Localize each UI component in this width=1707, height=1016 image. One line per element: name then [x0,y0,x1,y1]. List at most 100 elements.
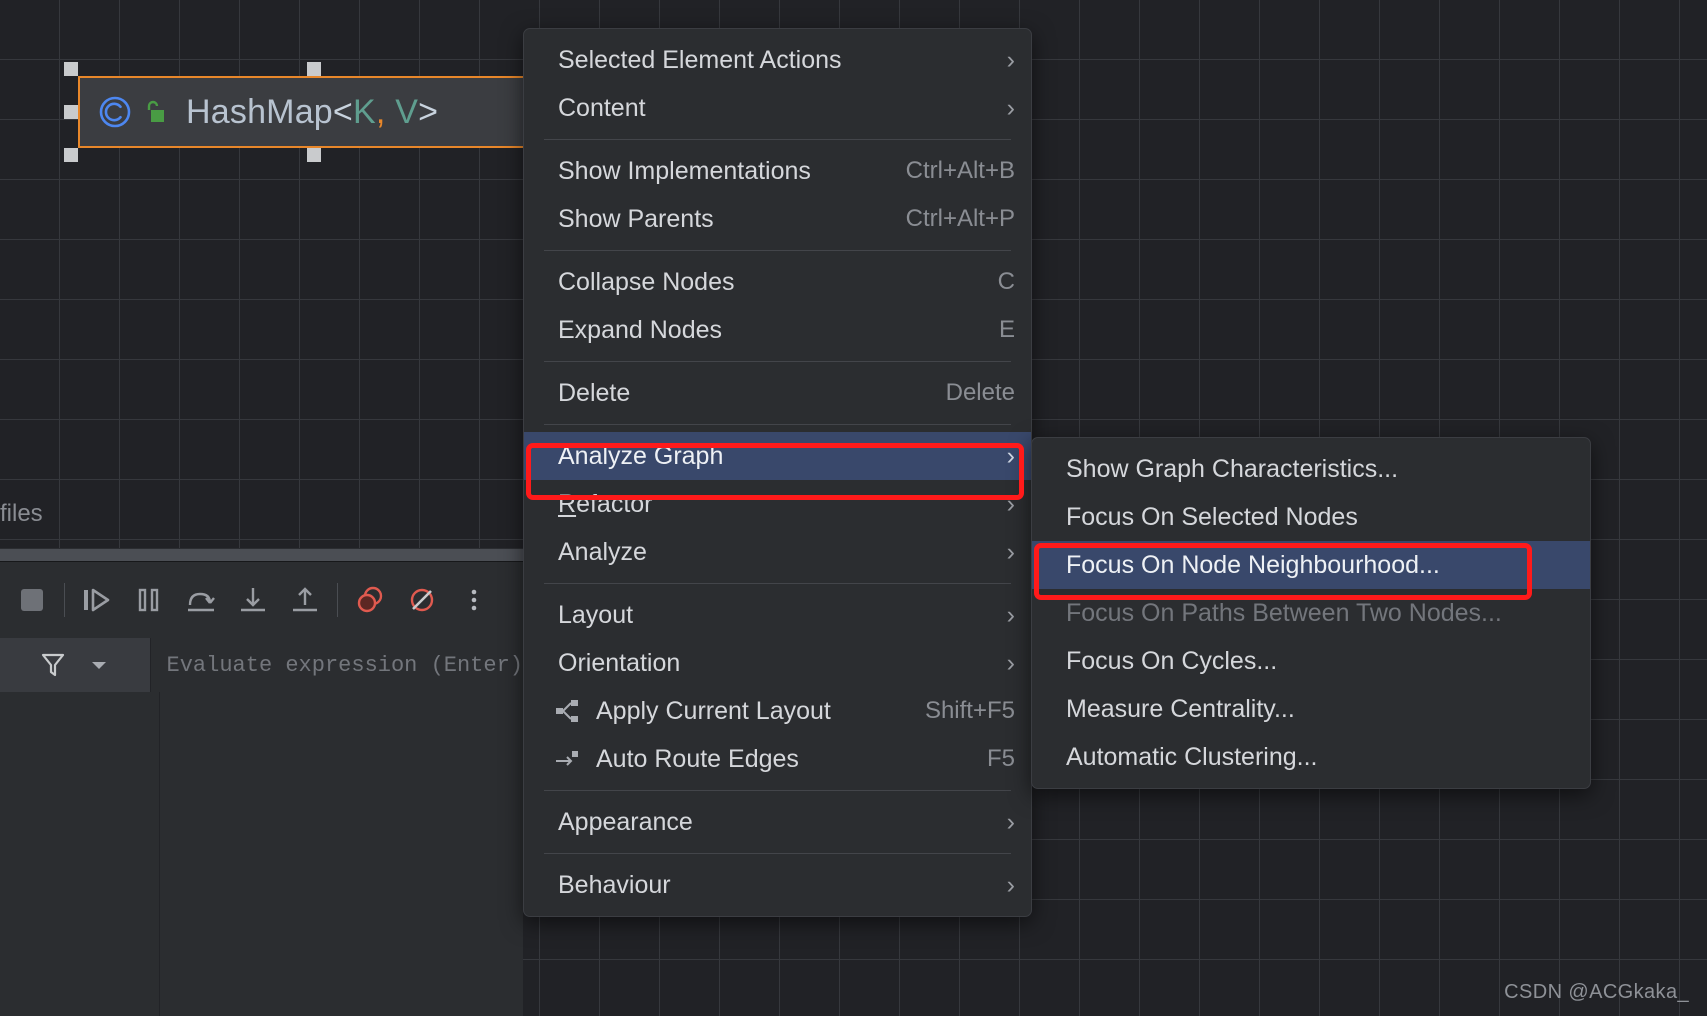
context-menu-separator [544,583,1011,584]
context-menu-shortcut: Ctrl+Alt+B [905,157,1015,184]
stop-button[interactable] [6,574,58,626]
context-menu-label: Analyze Graph [558,441,724,470]
context-menu-item-collapse-nodes[interactable]: Collapse Nodes C [524,258,1031,306]
node-generic-open: < [332,92,353,131]
context-menu-label: Orientation [558,648,681,677]
uml-node-container[interactable]: HashMap<K, V> [64,62,538,162]
chevron-right-icon: › [1006,441,1015,470]
context-menu-label: Collapse Nodes [558,267,735,296]
context-menu-item-analyze-graph[interactable]: Analyze Graph › [524,432,1031,480]
chevron-right-icon: › [1006,537,1015,566]
context-menu-label: Auto Route Edges [596,744,799,773]
submenu-item-focus-on-selected-nodes[interactable]: Focus On Selected Nodes [1032,493,1590,541]
chevron-right-icon: › [1006,648,1015,677]
uml-node-hashmap[interactable]: HashMap<K, V> [78,76,538,148]
submenu-item-measure-centrality[interactable]: Measure Centrality... [1032,685,1590,733]
stop-square-icon [21,589,43,611]
context-menu-item-show-implementations[interactable]: Show Implementations Ctrl+Alt+B [524,147,1031,195]
frames-filter-cell[interactable] [0,638,151,692]
step-out-button[interactable] [279,574,331,626]
node-generic-close: > [418,92,439,131]
context-menu-shortcut: E [998,316,1015,343]
step-into-button[interactable] [227,574,279,626]
frames-list[interactable] [0,692,160,1016]
context-menu-label: Apply Current Layout [596,696,831,725]
mute-breakpoints-button[interactable] [396,574,448,626]
resume-button[interactable] [71,574,123,626]
chevron-right-icon: › [1006,600,1015,629]
chevron-right-icon: › [1006,489,1015,518]
context-menu-label: Selected Element Actions [558,45,842,74]
class-circle-c-icon [99,96,131,128]
analyze-graph-submenu[interactable]: Show Graph Characteristics... Focus On Se… [1031,437,1591,789]
context-menu-label: Behaviour [558,870,671,899]
context-menu-item-delete[interactable]: Delete Delete [524,369,1031,417]
unlocked-padlock-icon [147,100,164,122]
submenu-item-automatic-clustering[interactable]: Automatic Clustering... [1032,733,1590,781]
submenu-label: Automatic Clustering... [1066,742,1318,771]
chevron-right-icon: › [1006,870,1015,899]
context-menu-item-orientation[interactable]: Orientation › [524,639,1031,687]
node-class-name: HashMap [186,92,333,131]
context-menu-item-show-parents[interactable]: Show Parents Ctrl+Alt+P [524,195,1031,243]
filter-funnel-icon [41,653,64,677]
selection-handle-bottom-left[interactable] [64,148,78,162]
context-menu-item-content[interactable]: Content › [524,84,1031,132]
panel-splitter[interactable] [0,548,523,562]
context-menu-shortcut: Delete [945,379,1015,406]
node-type-param-k: K [352,92,376,131]
context-menu-item-behaviour[interactable]: Behaviour › [524,861,1031,909]
chevron-down-icon[interactable] [88,654,110,676]
diagram-context-menu[interactable]: Selected Element Actions › Content › Show Im… [523,28,1032,917]
submenu-item-show-graph-characteristics[interactable]: Show Graph Characteristics... [1032,445,1590,493]
debugger-body [0,692,523,1016]
step-over-icon [188,592,215,612]
context-menu-shortcut: C [997,268,1015,295]
resume-program-icon [84,588,110,612]
submenu-label: Focus On Cycles... [1066,646,1278,675]
context-menu-shortcut: Ctrl+Alt+P [905,205,1015,232]
pause-button[interactable] [123,574,175,626]
context-menu-item-expand-nodes[interactable]: Expand Nodes E [524,306,1031,354]
watermark: CSDN @ACGkaka_ [1504,981,1689,1003]
debugger-toolbar [0,562,523,638]
submenu-label: Focus On Selected Nodes [1066,502,1358,531]
debugger-filter-row: Evaluate expression (Enter) [0,638,523,692]
chevron-right-icon: › [1006,807,1015,836]
selection-handle-bottom-center[interactable] [307,148,321,162]
context-menu-label: Appearance [558,807,693,836]
context-menu-separator [544,250,1011,251]
selection-handle-top-center[interactable] [307,62,321,76]
toolbar-divider-2 [337,583,338,617]
selection-handle-middle-left[interactable] [64,105,78,119]
route-arrow-icon [556,751,578,766]
submenu-label: Focus On Paths Between Two Nodes... [1066,598,1502,627]
evaluate-expression-input[interactable]: Evaluate expression (Enter) [150,638,523,692]
submenu-item-focus-on-node-neighbourhood[interactable]: Focus On Node Neighbourhood... [1032,541,1590,589]
context-menu-item-apply-current-layout[interactable]: Apply Current Layout Shift+F5 [524,687,1031,735]
uml-node-label: HashMap<K, V> [186,93,438,132]
chevron-right-icon: › [1006,45,1015,74]
context-menu-item-layout[interactable]: Layout › [524,591,1031,639]
context-menu-separator [544,139,1011,140]
context-menu-label: Refactor [558,489,653,518]
context-menu-item-auto-route-edges[interactable]: Auto Route Edges F5 [524,735,1031,783]
more-options-button[interactable] [448,574,500,626]
variables-list[interactable] [160,692,523,1016]
step-into-icon [241,588,265,612]
view-breakpoints-button[interactable] [344,574,396,626]
context-menu-label: Expand Nodes [558,315,723,344]
context-menu-item-analyze[interactable]: Analyze › [524,528,1031,576]
context-menu-item-appearance[interactable]: Appearance › [524,798,1031,846]
step-over-button[interactable] [175,574,227,626]
context-menu-item-refactor[interactable]: Refactor › [524,480,1031,528]
mute-breakpoints-icon [410,588,434,612]
submenu-item-focus-on-cycles[interactable]: Focus On Cycles... [1032,637,1590,685]
selection-handle-top-left[interactable] [64,62,78,76]
context-menu-item-selected-element-actions[interactable]: Selected Element Actions › [524,36,1031,84]
layout-tree-icon [554,698,580,724]
breakpoints-icon [357,586,383,613]
step-out-icon [293,587,317,612]
files-label: files [0,500,43,527]
context-menu-separator [544,790,1011,791]
